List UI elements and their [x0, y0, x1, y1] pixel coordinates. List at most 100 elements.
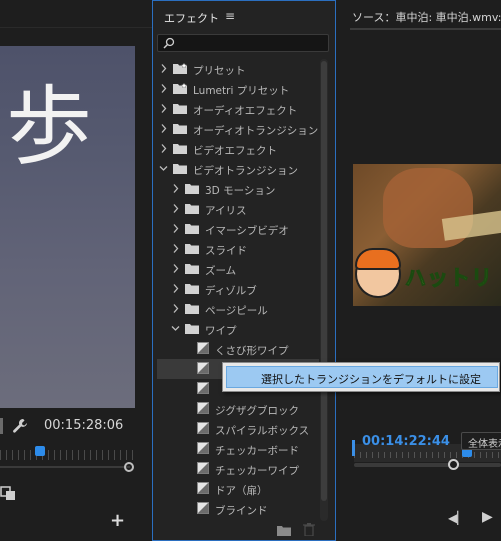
transition-effect-icon — [197, 342, 209, 354]
frame-title-text: 歩 — [6, 77, 92, 177]
tree-effect-row[interactable]: ジグザグブロック — [157, 399, 319, 419]
tree-folder-row[interactable]: Lumetri プリセット — [157, 79, 319, 99]
tree-item-label: ワイプ — [205, 325, 237, 337]
new-bin-icon[interactable] — [277, 524, 291, 536]
program-zoom-bar[interactable] — [0, 466, 130, 468]
folder-icon — [185, 304, 199, 314]
fit-select[interactable]: 全体表示 — [461, 432, 501, 450]
folder-icon — [185, 324, 199, 334]
cartoon-cap — [355, 248, 401, 270]
tree-item-label: オーディオトランジション — [193, 125, 319, 137]
folder-icon — [173, 104, 187, 114]
folder-icon — [185, 224, 199, 234]
program-time-ruler[interactable] — [0, 450, 138, 460]
program-monitor-frame: 歩 — [0, 46, 135, 408]
effects-tree: プリセット Lumetri プリセット オーディオエフェクトオーディオトランジション… — [157, 59, 319, 521]
program-zoom-handle[interactable] — [124, 462, 134, 472]
transition-effect-icon — [197, 442, 209, 454]
tree-item-label: Lumetri プリセット — [193, 85, 290, 97]
tree-folder-row[interactable]: ビデオエフェクト — [157, 139, 319, 159]
tree-folder-row[interactable]: 3D モーション — [157, 179, 319, 199]
program-timecode[interactable]: 00:15:28:06 — [44, 418, 123, 433]
tree-item-label: ジグザグブロック — [215, 405, 299, 417]
tree-item-label: ビデオトランジション — [193, 165, 298, 177]
tree-folder-row[interactable]: イマーシブビデオ — [157, 219, 319, 239]
folder-icon — [173, 164, 187, 174]
folder-icon — [185, 284, 199, 294]
chevron-right-icon[interactable] — [159, 103, 168, 114]
context-menu: 選択したトランジションをデフォルトに設定 — [222, 362, 500, 392]
add-button[interactable]: + — [110, 510, 125, 531]
tree-effect-row[interactable]: チェッカーワイプ — [157, 459, 319, 479]
scrollbar-thumb[interactable] — [321, 61, 327, 501]
source-monitor-title[interactable]: ソース：車中泊: 車中泊.wmv: 00 — [352, 9, 501, 25]
tree-folder-row[interactable]: ページピール — [157, 299, 319, 319]
marker-bar — [0, 418, 3, 434]
tree-folder-row[interactable]: オーディオエフェクト — [157, 99, 319, 119]
wrench-icon[interactable] — [12, 418, 28, 434]
tree-item-label: イマーシブビデオ — [205, 225, 289, 237]
play-icon[interactable]: ▶ — [482, 509, 493, 525]
chevron-right-icon[interactable] — [171, 203, 180, 214]
tree-folder-row[interactable]: ディゾルブ — [157, 279, 319, 299]
step-back-icon[interactable]: ◀▏ — [448, 511, 466, 525]
chevron-down-icon[interactable] — [171, 323, 180, 334]
source-tab-underline — [350, 28, 501, 30]
tree-item-label: ブラインド — [215, 505, 268, 517]
tree-folder-row[interactable]: オーディオトランジション — [157, 119, 319, 139]
tree-item-label: 3D モーション — [205, 185, 276, 197]
folder-icon — [185, 244, 199, 254]
hamburger-icon[interactable]: ≡ — [225, 9, 235, 23]
program-playhead[interactable] — [35, 446, 45, 456]
tree-item-label: ズーム — [205, 265, 237, 277]
chevron-right-icon[interactable] — [171, 183, 180, 194]
tree-item-label: アイリス — [205, 205, 247, 217]
chevron-right-icon[interactable] — [171, 283, 180, 294]
source-in-marker — [352, 440, 355, 456]
effects-search-input[interactable] — [157, 34, 329, 52]
transition-effect-icon — [197, 482, 209, 494]
program-monitor: 歩 00:15:28:06 + — [0, 0, 152, 541]
effects-scrollbar[interactable] — [320, 59, 328, 521]
tree-item-label: チェッカーボード — [215, 445, 299, 457]
chevron-right-icon[interactable] — [171, 223, 180, 234]
chevron-right-icon[interactable] — [171, 263, 180, 274]
tree-item-label: ページピール — [205, 305, 268, 317]
transition-effect-icon — [197, 382, 209, 394]
source-zoom-handle[interactable] — [448, 459, 459, 470]
transition-effect-icon — [197, 422, 209, 434]
trash-icon[interactable] — [303, 523, 315, 536]
tree-folder-row[interactable]: ビデオトランジション — [157, 159, 319, 179]
chevron-right-icon[interactable] — [159, 123, 168, 134]
chevron-right-icon[interactable] — [159, 143, 168, 154]
tree-effect-row[interactable]: くさび形ワイプ — [157, 339, 319, 359]
tree-folder-row[interactable]: ズーム — [157, 259, 319, 279]
tree-folder-row[interactable]: スライド — [157, 239, 319, 259]
source-zoom-bar[interactable] — [354, 463, 501, 467]
context-menu-item-set-default-transition[interactable]: 選択したトランジションをデフォルトに設定 — [226, 366, 498, 388]
chevron-down-icon[interactable] — [159, 163, 168, 174]
source-monitor: ソース：車中泊: 車中泊.wmv: 00 ハットリ 00:14:22:44 全体… — [336, 0, 501, 541]
source-timecode[interactable]: 00:14:22:44 — [362, 434, 450, 449]
folder-icon — [185, 184, 199, 194]
export-frame-icon[interactable] — [0, 485, 16, 501]
chevron-right-icon[interactable] — [171, 243, 180, 254]
tree-item-label: スライド — [205, 245, 247, 257]
transition-effect-icon — [197, 502, 209, 514]
transition-effect-icon — [197, 362, 209, 374]
effects-panel-title[interactable]: エフェクト — [164, 10, 219, 26]
tree-folder-row[interactable]: ワイプ — [157, 319, 319, 339]
tree-effect-row[interactable]: ドア（扉） — [157, 479, 319, 499]
chevron-right-icon[interactable] — [171, 303, 180, 314]
tree-folder-row[interactable]: プリセット — [157, 59, 319, 79]
tree-effect-row[interactable]: スパイラルボックス — [157, 419, 319, 439]
chevron-right-icon[interactable] — [159, 83, 168, 94]
chevron-right-icon[interactable] — [159, 63, 168, 74]
tree-effect-row[interactable]: チェッカーボード — [157, 439, 319, 459]
tree-item-label: スパイラルボックス — [215, 425, 310, 437]
effects-panel: エフェクト ≡ プリセット Lumetri プリセット オーディオエフェクトオーディ… — [152, 0, 336, 541]
tree-item-label: オーディオエフェクト — [193, 105, 298, 117]
tree-item-label: ドア（扉） — [215, 485, 268, 497]
tree-folder-row[interactable]: アイリス — [157, 199, 319, 219]
tree-effect-row[interactable]: ブラインド — [157, 499, 319, 519]
